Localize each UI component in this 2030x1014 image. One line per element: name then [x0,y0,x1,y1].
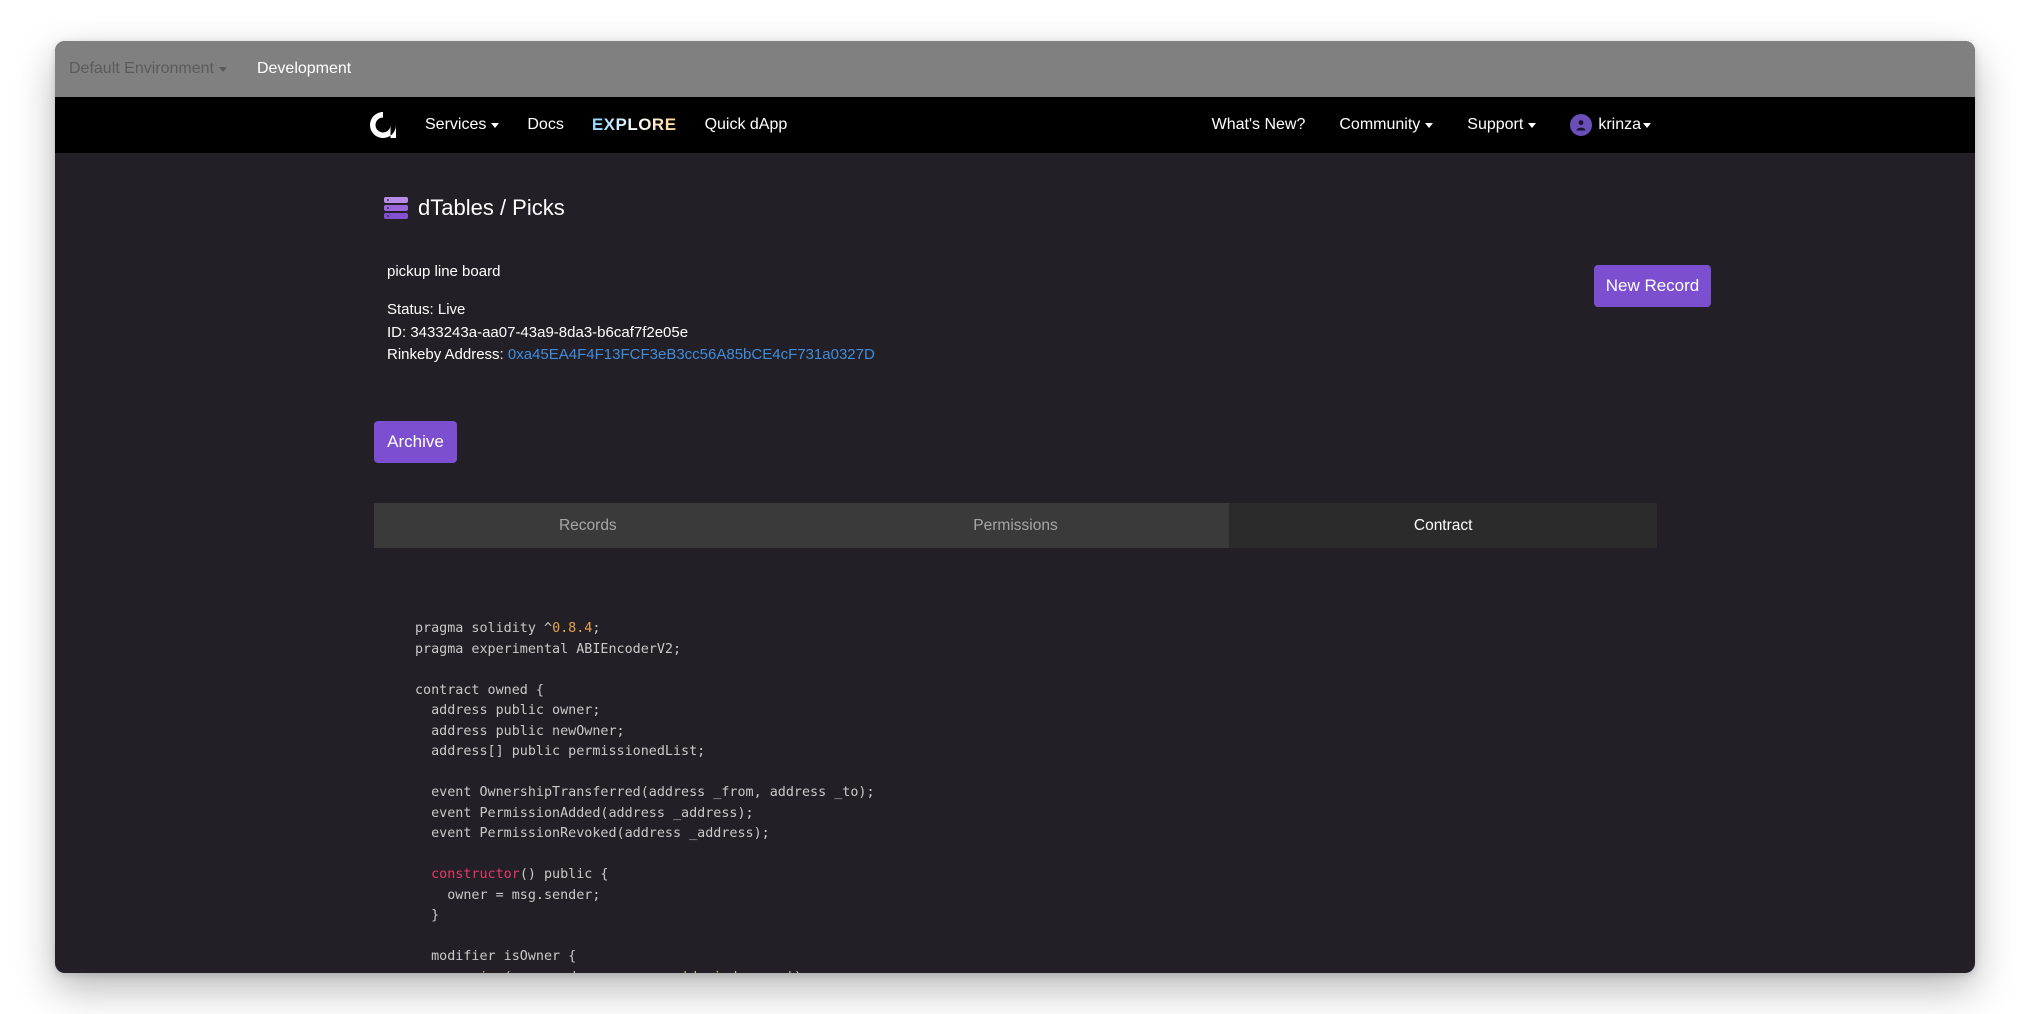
address-label: Rinkeby Address: [387,346,508,363]
code-line: constructor() public { [415,865,875,886]
code-token: ; [592,621,601,636]
environment-selector[interactable]: Default Environment [69,60,227,78]
status-text: Status: Live [387,301,466,318]
code-token: contract owned { [415,682,544,698]
code-token: address public owner; [415,703,601,718]
code-token: address[] public permissionedList; [415,744,706,759]
code-token: } [415,908,440,923]
table-meta: Status: Live ID: 3433243a-aa07-43a9-8da3… [387,299,875,367]
chevron-down-icon [491,122,500,128]
new-record-button[interactable]: New Record [1594,265,1711,307]
code-token: modifier isOwner { [415,949,577,964]
environment-bar: Default Environment Development [55,41,1975,97]
code-token: address public newOwner; [415,723,625,739]
chevron-down-icon [218,66,227,72]
page-title: dTables / Picks [384,195,565,221]
code-line: event OwnershipTransferred(address _from… [415,783,875,804]
code-token: event OwnershipTransferred(address _from… [415,785,875,800]
code-token: owner = msg.sender; [415,887,601,903]
contract-code: pragma solidity ^0.8.4; pragma experiment… [415,619,875,973]
tab-records[interactable]: Records [374,503,802,548]
nav-support-label: Support [1467,116,1524,133]
id-text: ID: 3433243a-aa07-43a9-8da3-b6caf7f2e05e [387,323,689,341]
address-link[interactable]: 0xa45EA4F4F13FCF3eB3cc56A85bCE4cF731a032… [508,346,875,363]
code-line: event PermissionRevoked(address _address… [415,824,875,845]
code-line: owner = msg.sender; [415,886,875,907]
address-row: Rinkeby Address: 0xa45EA4F4F13FCF3eB3cc5… [387,344,875,367]
app-window: Default Environment Development Services… [55,41,1975,973]
tab-permissions[interactable]: Permissions [802,503,1230,548]
code-token: (msg.sender == owner, [504,970,681,974]
code-token: pragma experimental ABIEncoderV2; [415,641,682,657]
code-token: constructor [431,867,520,882]
chevron-down-icon [1528,122,1537,128]
code-token: ); [794,970,810,974]
current-environment: Development [256,60,352,77]
nav-quick-dapp-label: Quick dApp [704,116,788,133]
code-token: 0.8.4 [552,621,593,636]
nav-services[interactable]: Services [425,116,500,134]
nav-docs[interactable]: Docs [527,116,563,134]
nav-services-label: Services [425,116,487,133]
nav-whats-new[interactable]: What's New? [1212,116,1306,134]
tab-contract[interactable]: Contract [1229,503,1658,548]
code-line: event PermissionAdded(address _address); [415,804,875,825]
logo-icon[interactable] [367,108,401,142]
code-token: pragma solidity ^ [415,621,553,636]
page-title-text: dTables / Picks [418,195,565,220]
code-line: address public newOwner; [415,722,875,743]
code-line: require(msg.sender == owner, 'denied-own… [415,968,875,974]
code-token: event PermissionRevoked(address _address… [415,826,770,841]
environment-selector-label: Default Environment [69,60,214,77]
chevron-down-icon [1425,122,1434,128]
top-navbar: Services Docs EXPLORE Quick dApp What's … [55,97,1975,153]
code-line: contract owned { [415,681,875,702]
main-content: dTables / Picks pickup line board Status… [374,153,1711,973]
code-line: } [415,906,875,927]
nav-community-label: Community [1339,116,1421,133]
code-line: modifier isOwner { [415,947,875,968]
nav-explore-label: EXPLORE [591,115,677,134]
code-token: 'denied-owner' [681,970,794,974]
user-avatar-icon [1570,114,1593,136]
nav-explore[interactable]: EXPLORE [592,115,677,135]
table-description: pickup line board [387,263,501,280]
code-token: event PermissionAdded(address _address); [415,805,754,821]
nav-quick-dapp[interactable]: Quick dApp [705,116,788,134]
nav-community[interactable]: Community [1339,116,1434,134]
code-line: address public owner; [415,701,875,722]
user-name: krinza [1598,116,1641,133]
archive-button[interactable]: Archive [374,421,457,463]
code-token: require [447,970,503,974]
nav-whats-new-label: What's New? [1211,116,1306,133]
tab-bar: Records Permissions Contract [374,503,1658,548]
code-line: pragma experimental ABIEncoderV2; [415,640,875,661]
code-line: pragma solidity ^0.8.4; [415,619,875,640]
nav-support[interactable]: Support [1467,116,1537,134]
code-token: () public { [519,867,609,882]
chevron-down-icon [1643,122,1651,128]
nav-docs-label: Docs [527,116,564,133]
user-menu[interactable]: krinza [1570,114,1651,136]
database-icon [384,197,408,219]
code-line: address[] public permissionedList; [415,742,875,763]
